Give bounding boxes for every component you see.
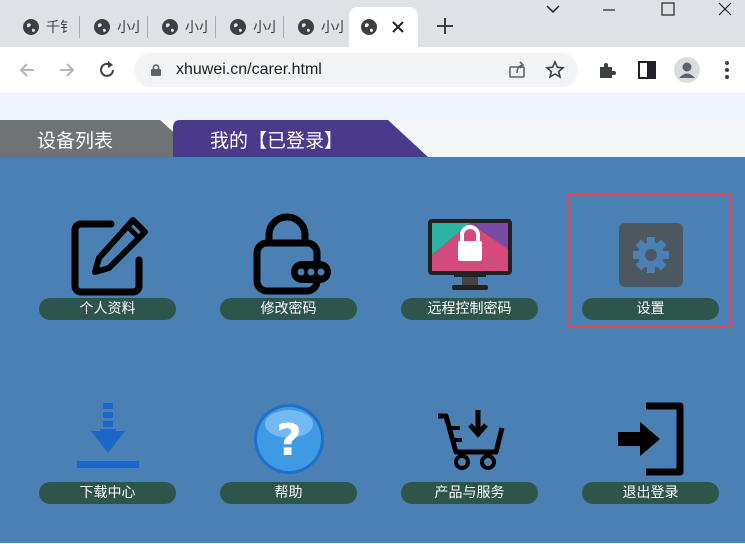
globe-icon: [162, 19, 178, 35]
globe-icon: [23, 19, 39, 35]
close-tab-icon[interactable]: [391, 20, 405, 34]
bookmark-star-icon[interactable]: [544, 59, 566, 81]
cart-icon: [438, 410, 505, 470]
edit-icon: [71, 217, 148, 296]
selection-highlight: [568, 194, 731, 328]
menu-item-label: 产品与服务: [401, 482, 538, 504]
browser-tab-title: 千钅: [46, 20, 70, 36]
tab-my-account[interactable]: 我的【已登录】: [210, 126, 343, 153]
menu-item-label: 个人资料: [39, 298, 176, 320]
browser-tab-strip: 千钅 小小 小小 小小 小小: [0, 0, 745, 47]
remote-lock-monitor-icon: [428, 219, 512, 290]
menu-item-help[interactable]: ? 帮助: [199, 374, 379, 544]
browser-tab[interactable]: 小小: [79, 7, 147, 47]
more-menu-icon[interactable]: [716, 59, 738, 81]
page-tabs: 设备列表 我的【已登录】: [0, 120, 745, 157]
menu-item-label: 下载中心: [39, 482, 176, 504]
address-url: xhuwei.cn/carer.html: [176, 61, 322, 78]
globe-icon: [94, 19, 110, 35]
maximize-icon[interactable]: [648, 0, 688, 20]
back-icon[interactable]: [16, 59, 38, 81]
logout-icon: [618, 402, 684, 476]
menu-item-download-center[interactable]: 下载中心: [18, 374, 198, 544]
share-icon[interactable]: [506, 59, 528, 81]
help-icon: ?: [254, 404, 324, 474]
menu-item-logout[interactable]: 退出登录: [561, 374, 741, 544]
browser-tab-title: 小小: [253, 20, 277, 36]
menu-item-products-services[interactable]: 产品与服务: [380, 374, 560, 544]
globe-icon: [298, 19, 314, 35]
download-icon: [77, 403, 139, 468]
close-window-icon[interactable]: [705, 0, 745, 20]
menu-item-label: 退出登录: [582, 482, 719, 504]
browser-tab[interactable]: 小小: [147, 7, 215, 47]
chevron-down-icon[interactable]: [533, 0, 573, 20]
browser-tab[interactable]: 千钅: [8, 7, 78, 47]
menu-item-label: 帮助: [220, 482, 357, 504]
menu-item-profile[interactable]: 个人资料: [18, 190, 198, 360]
page-header-strip: [0, 93, 745, 120]
menu-item-change-password[interactable]: 修改密码: [199, 190, 379, 360]
globe-icon: [361, 19, 377, 35]
menu-item-remote-password[interactable]: 远程控制密码: [380, 190, 560, 360]
browser-tab-title: 小小: [321, 20, 345, 36]
globe-icon: [230, 19, 246, 35]
menu-item-label: 修改密码: [220, 298, 357, 320]
menu-item-label: 远程控制密码: [401, 298, 538, 320]
lock-icon[interactable]: [149, 63, 163, 77]
profile-avatar-icon[interactable]: [674, 57, 700, 83]
address-bar[interactable]: xhuwei.cn/carer.html: [134, 53, 578, 87]
browser-tab[interactable]: 小小: [215, 7, 283, 47]
minimize-icon[interactable]: [589, 0, 629, 20]
extensions-puzzle-icon[interactable]: [596, 59, 618, 81]
forward-icon[interactable]: [56, 59, 78, 81]
side-panel-icon[interactable]: [636, 59, 658, 81]
browser-toolbar: xhuwei.cn/carer.html: [0, 47, 745, 93]
browser-tab-active[interactable]: [349, 7, 418, 47]
new-tab-icon[interactable]: [433, 14, 457, 38]
svg-text:?: ?: [276, 415, 302, 466]
reload-icon[interactable]: [96, 59, 118, 81]
browser-tab-title: 小小: [185, 20, 209, 36]
lock-icon: [253, 213, 331, 295]
browser-tab-title: 小小: [117, 20, 141, 36]
tab-device-list[interactable]: 设备列表: [37, 126, 113, 153]
browser-tab[interactable]: 小小: [283, 7, 349, 47]
